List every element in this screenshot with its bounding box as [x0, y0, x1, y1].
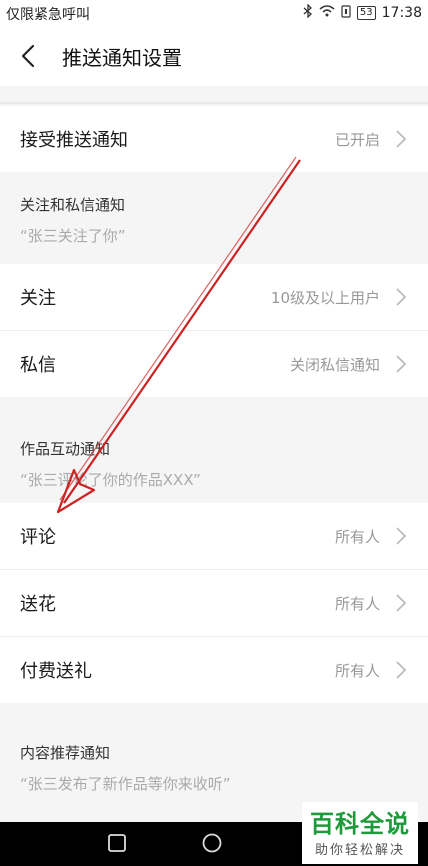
chevron-right-icon — [396, 594, 407, 612]
status-icons: 53 17:38 — [303, 3, 422, 22]
paid-gift-row[interactable]: 付费送礼 所有人 — [0, 637, 428, 703]
row-value: 所有人 — [334, 594, 380, 613]
back-button[interactable] — [8, 36, 48, 76]
home-icon[interactable] — [201, 832, 223, 854]
private-msg-row[interactable]: 私信 关闭私信通知 — [0, 331, 428, 397]
section-example: “张三关注了你” — [20, 227, 126, 245]
bluetooth-icon — [303, 3, 313, 22]
comment-row[interactable]: 评论 所有人 — [0, 503, 428, 569]
section-example: “张三发布了新作品等你来收听” — [20, 775, 231, 793]
section-follow-msg: 关注和私信通知 “张三关注了你” — [0, 194, 428, 262]
watermark-logo: 百科全说 助你轻松解决 — [302, 802, 418, 864]
follow-row[interactable]: 关注 10级及以上用户 — [0, 264, 428, 330]
section-title: 内容推荐通知 — [20, 744, 111, 762]
watermark-sub-text: 助你轻松解决 — [314, 842, 405, 858]
chevron-right-icon — [396, 130, 407, 148]
battery-icon: 53 — [356, 6, 376, 20]
section-example: “张三评论了你的作品XXX” — [20, 471, 201, 489]
chevron-right-icon — [396, 355, 407, 373]
status-carrier-text: 仅限紧急呼叫 — [6, 7, 90, 23]
row-value: 所有人 — [334, 661, 380, 680]
header-divider — [0, 102, 428, 104]
status-time: 17:38 — [381, 5, 422, 21]
chevron-right-icon — [396, 288, 407, 306]
row-label: 付费送礼 — [20, 661, 92, 682]
watermark-main-text: 百科全说 — [310, 809, 410, 838]
flower-row[interactable]: 送花 所有人 — [0, 570, 428, 636]
section-title: 作品互动通知 — [20, 440, 111, 458]
recent-apps-icon[interactable] — [106, 832, 128, 854]
row-value: 已开启 — [334, 130, 380, 149]
section-works: 作品互动通知 “张三评论了你的作品XXX” — [0, 438, 428, 498]
accept-push-row[interactable]: 接受推送通知 已开启 — [0, 106, 428, 172]
status-bar: 仅限紧急呼叫 53 17:38 — [0, 0, 428, 26]
chevron-right-icon — [396, 661, 407, 679]
row-value: 关闭私信通知 — [289, 355, 380, 374]
chevron-right-icon — [396, 527, 407, 545]
section-recommend: 内容推荐通知 “张三发布了新作品等你来收听” — [0, 742, 428, 802]
page-title: 推送通知设置 — [62, 46, 182, 70]
row-value: 所有人 — [334, 527, 380, 546]
row-label: 接受推送通知 — [20, 130, 128, 151]
header-bar: 推送通知设置 — [0, 26, 428, 86]
sim-icon — [341, 4, 351, 22]
row-label: 关注 — [20, 288, 56, 309]
wifi-icon — [319, 5, 335, 21]
chevron-left-icon — [21, 44, 35, 68]
row-label: 送花 — [20, 594, 56, 615]
row-label: 私信 — [20, 355, 56, 376]
row-value: 10级及以上用户 — [270, 288, 380, 307]
section-title: 关注和私信通知 — [20, 196, 126, 214]
row-label: 评论 — [20, 527, 56, 548]
